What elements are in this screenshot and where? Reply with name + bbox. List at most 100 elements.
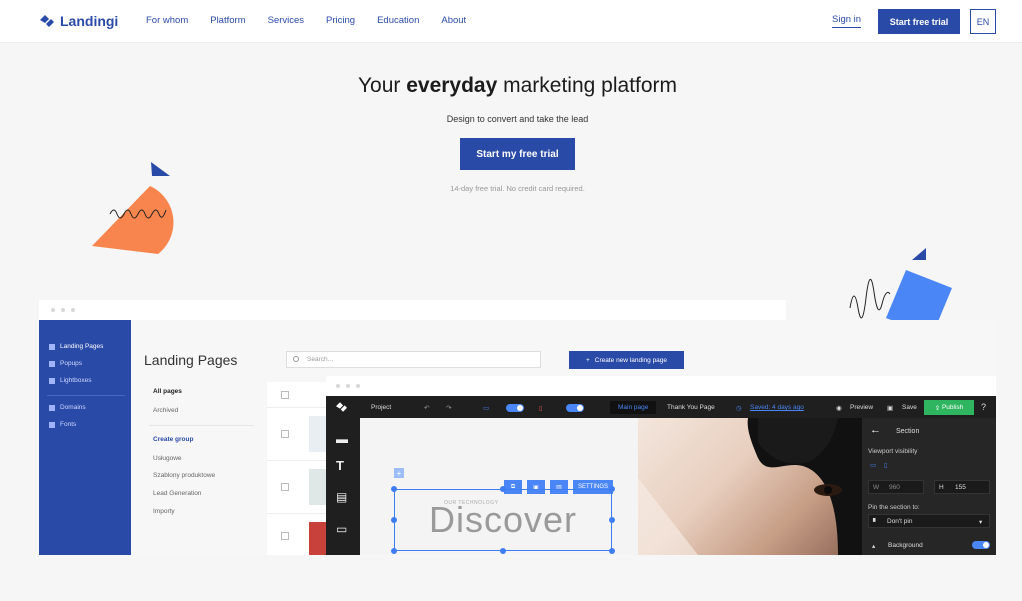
editor-tools: ▬ T ▤ ▭ <box>326 418 360 555</box>
page-title: Landing Pages <box>144 352 238 368</box>
nav-item-services[interactable]: Services <box>268 15 304 26</box>
resize-handle[interactable] <box>391 486 397 492</box>
search-placeholder: Search... <box>307 356 334 363</box>
sidebar-label: Domains <box>60 404 86 411</box>
resize-handle[interactable] <box>609 486 615 492</box>
editor-canvas[interactable]: + ⧉ ▣ ▥ SETTINGS OUR TECHNOLOGY Discover <box>360 418 638 555</box>
resize-handle[interactable] <box>609 548 615 554</box>
nav-item-about[interactable]: About <box>441 15 466 26</box>
tab-main-page[interactable]: Main page <box>610 401 657 414</box>
properties-panel: ← Section Viewport visibility ▭ ▯ W 960 … <box>862 418 996 555</box>
menu-divider <box>149 425 254 426</box>
resize-handle[interactable] <box>500 548 506 554</box>
publish-label: Publish <box>941 404 964 411</box>
project-menu[interactable]: Project <box>371 404 391 411</box>
app-sidebar: Landing Pages Popups Lightboxes Domains … <box>39 320 131 555</box>
sidebar-label: Fonts <box>60 421 77 428</box>
globe-icon <box>49 404 55 411</box>
add-element-icon[interactable]: + <box>394 468 404 478</box>
top-nav: Landingi For whom Platform Services Pric… <box>0 0 1022 43</box>
search-input[interactable]: Search... <box>286 351 541 368</box>
desktop-visibility-icon[interactable]: ▭ <box>870 461 876 469</box>
group-item[interactable]: Szablony produktowe <box>153 472 215 479</box>
desktop-toggle[interactable] <box>506 404 524 412</box>
resize-handle[interactable] <box>391 517 397 523</box>
resize-handle[interactable] <box>391 548 397 554</box>
hero-title-pre: Your <box>357 74 407 97</box>
row-checkbox[interactable] <box>281 532 289 540</box>
pin-value: Don't pin <box>887 518 913 525</box>
row-checkbox[interactable] <box>281 483 289 491</box>
back-arrow-icon[interactable]: ← <box>870 424 881 436</box>
create-group-link[interactable]: Create group <box>153 436 193 443</box>
sidebar-label: Lightboxes <box>60 377 92 384</box>
row-checkbox[interactable] <box>281 430 289 438</box>
mobile-visibility-icon[interactable]: ▯ <box>884 461 888 469</box>
start-my-free-trial-button[interactable]: Start my free trial <box>460 138 575 170</box>
sidebar-item-domains[interactable]: Domains <box>49 404 86 411</box>
image-tool-icon[interactable]: ▤ <box>336 490 350 504</box>
create-button-label: Create new landing page <box>594 356 668 364</box>
menu-archived[interactable]: Archived <box>153 407 178 414</box>
group-item[interactable]: Importy <box>153 508 175 515</box>
resize-handle[interactable] <box>500 486 506 492</box>
undo-icon[interactable]: ↶ <box>424 404 429 412</box>
sidebar-label: Popups <box>60 360 83 367</box>
sign-in-link[interactable]: Sign in <box>832 14 862 28</box>
sidebar-item-lightboxes[interactable]: Lightboxes <box>49 377 91 384</box>
language-selector[interactable]: EN <box>970 9 996 34</box>
hero-title-bold: everyday <box>406 74 498 97</box>
start-free-trial-button[interactable]: Start free trial <box>878 9 960 34</box>
width-field[interactable]: W 960 <box>868 480 924 494</box>
save-icon: ▣ <box>887 405 894 412</box>
button-tool-icon[interactable]: ▭ <box>336 522 350 536</box>
popup-icon <box>49 360 55 367</box>
window-dots <box>336 384 360 388</box>
menu-all-pages[interactable]: All pages <box>153 388 182 395</box>
landingi-logo-icon <box>40 15 54 27</box>
group-item[interactable]: Lead Generation <box>153 490 201 497</box>
sidebar-item-popups[interactable]: Popups <box>49 360 82 367</box>
height-value: 155 <box>955 484 966 491</box>
resize-handle[interactable] <box>609 517 615 523</box>
tab-thank-you-page[interactable]: Thank You Page <box>667 404 715 411</box>
height-field[interactable]: H 155 <box>934 480 990 494</box>
nav-item-pricing[interactable]: Pricing <box>326 15 355 26</box>
mobile-icon[interactable]: ▯ <box>539 404 543 412</box>
text-tool-icon[interactable]: T <box>336 458 350 473</box>
preview-button[interactable]: Preview <box>850 404 873 411</box>
width-label: W <box>873 484 880 491</box>
help-icon[interactable]: ? <box>981 402 986 412</box>
redo-icon[interactable]: ↷ <box>446 404 451 412</box>
window-dots <box>51 308 75 312</box>
publish-button[interactable]: ⇪ Publish <box>924 400 974 415</box>
hero-photo <box>638 418 862 555</box>
hero-subtitle: Design to convert and take the lead <box>446 114 589 124</box>
sidebar-item-fonts[interactable]: Fonts <box>49 421 76 428</box>
section-tool-icon[interactable]: ▬ <box>336 432 350 446</box>
pin-icon: ▘ <box>873 519 878 526</box>
editor-window: Project ↶ ↷ ▭ ▯ Main page Thank You Page… <box>326 396 996 555</box>
nav-item-platform[interactable]: Platform <box>210 15 245 26</box>
plus-icon: + <box>585 356 590 364</box>
sidebar-item-landing-pages[interactable]: Landing Pages <box>49 343 103 350</box>
viewport-label: Viewport visibility <box>868 448 918 455</box>
save-button[interactable]: Save <box>902 404 917 411</box>
nav-menu: For whom Platform Services Pricing Educa… <box>146 15 488 26</box>
group-item[interactable]: Usługowe <box>153 455 182 462</box>
search-icon <box>293 356 299 362</box>
select-all-checkbox[interactable] <box>281 391 289 399</box>
desktop-icon[interactable]: ▭ <box>483 404 489 412</box>
pin-select[interactable]: ▘ Don't pin ▾ <box>868 514 990 528</box>
saved-status[interactable]: Saved: 4 days ago <box>750 404 804 411</box>
headline-text-box[interactable]: Discover <box>394 489 612 551</box>
background-toggle[interactable] <box>972 541 990 549</box>
create-landing-page-button[interactable]: + Create new landing page <box>569 351 684 369</box>
nav-item-for-whom[interactable]: For whom <box>146 15 188 26</box>
nav-item-education[interactable]: Education <box>377 15 419 26</box>
decor-left-icon <box>92 162 174 254</box>
mobile-toggle[interactable] <box>566 404 584 412</box>
chevron-up-icon[interactable]: ▴ <box>872 542 875 550</box>
brand-logo[interactable]: Landingi <box>40 13 118 29</box>
upload-icon: ⇪ <box>934 404 942 412</box>
